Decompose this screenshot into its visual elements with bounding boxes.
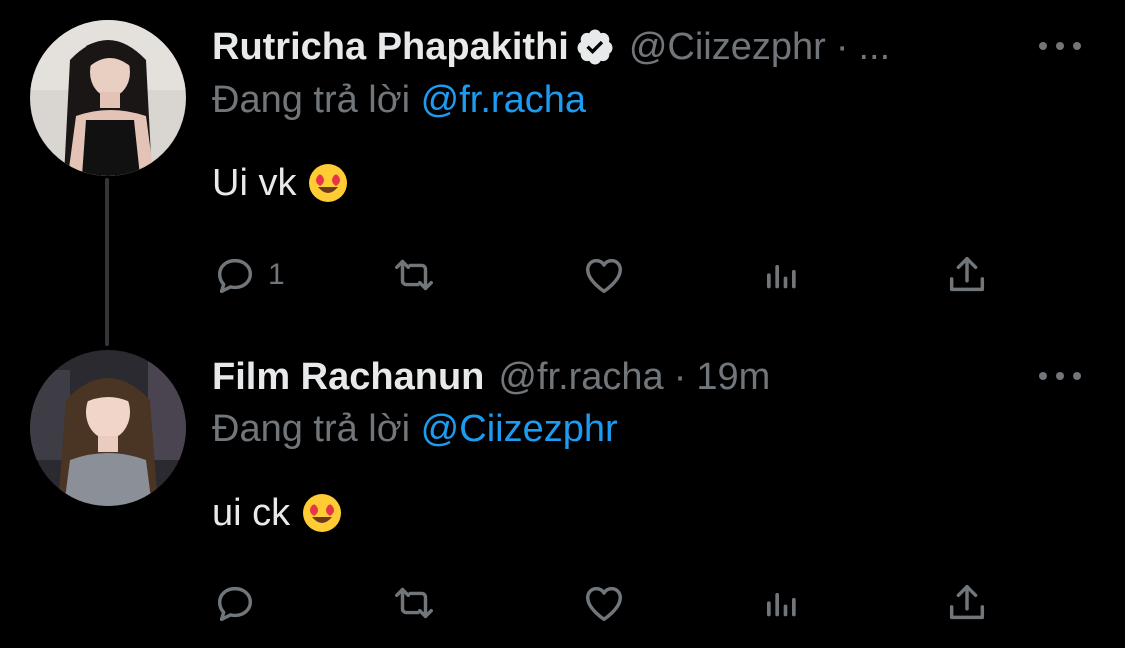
share-icon: [949, 256, 985, 292]
tweet-text-content: ui ck: [212, 492, 291, 534]
more-options-icon[interactable]: [1039, 366, 1081, 386]
retweet-button[interactable]: [390, 578, 438, 628]
views-button[interactable]: [762, 250, 802, 300]
like-button[interactable]: [580, 578, 628, 628]
tweet-header: Film Rachanun @fr.racha · 19m: [212, 354, 770, 400]
reply-button[interactable]: [212, 578, 268, 628]
heart-eyes-emoji-icon: [308, 163, 348, 203]
avatar[interactable]: [30, 20, 186, 176]
avatar[interactable]: [30, 350, 186, 506]
display-name[interactable]: Film Rachanun: [212, 354, 484, 400]
tweet-text: Ui vk: [212, 160, 348, 206]
retweet-button[interactable]: [390, 250, 438, 300]
analytics-icon: [767, 593, 796, 617]
user-handle[interactable]: @Ciizezphr: [629, 24, 826, 70]
reply-icon: [217, 258, 253, 294]
heart-icon: [585, 586, 623, 622]
reply-button[interactable]: 1: [212, 250, 285, 300]
replying-to-mention[interactable]: @Ciizezphr: [421, 408, 618, 450]
tweet-actions: [212, 578, 992, 628]
tweet-reply-2[interactable]: Film Rachanun @fr.racha · 19m Đang trả l…: [0, 330, 1125, 648]
verified-badge-icon: [575, 27, 615, 67]
replying-to-line: Đang trả lời @fr.racha: [212, 77, 586, 123]
user-handle[interactable]: @fr.racha: [498, 354, 663, 400]
heart-icon: [585, 258, 623, 294]
like-button[interactable]: [580, 250, 628, 300]
tweet-reply-1[interactable]: Rutricha Phapakithi @Ciizezphr · ... Đan…: [0, 0, 1125, 330]
share-button[interactable]: [944, 578, 990, 628]
timestamp[interactable]: ...: [858, 24, 890, 70]
more-options-icon[interactable]: [1039, 36, 1081, 56]
tweet-header: Rutricha Phapakithi @Ciizezphr · ...: [212, 24, 890, 70]
retweet-icon: [395, 587, 433, 619]
timestamp[interactable]: 19m: [696, 354, 770, 400]
replying-prefix: Đang trả lời: [212, 79, 411, 121]
heart-eyes-emoji-icon: [302, 493, 342, 533]
reply-count: 1: [268, 258, 285, 291]
reply-icon: [217, 586, 253, 622]
share-button[interactable]: [944, 250, 990, 300]
analytics-icon: [767, 265, 796, 289]
replying-prefix: Đang trả lời: [212, 408, 411, 450]
tweet-actions: 1: [212, 250, 992, 300]
replying-to-mention[interactable]: @fr.racha: [421, 79, 586, 121]
tweet-text-content: Ui vk: [212, 162, 297, 204]
retweet-icon: [395, 259, 433, 291]
share-icon: [949, 584, 985, 620]
views-button[interactable]: [762, 578, 802, 628]
display-name[interactable]: Rutricha Phapakithi: [212, 24, 569, 70]
tweet-text: ui ck: [212, 490, 342, 536]
replying-to-line: Đang trả lời @Ciizezphr: [212, 406, 618, 452]
separator-dot: ·: [835, 26, 849, 68]
separator-dot: ·: [673, 356, 687, 398]
